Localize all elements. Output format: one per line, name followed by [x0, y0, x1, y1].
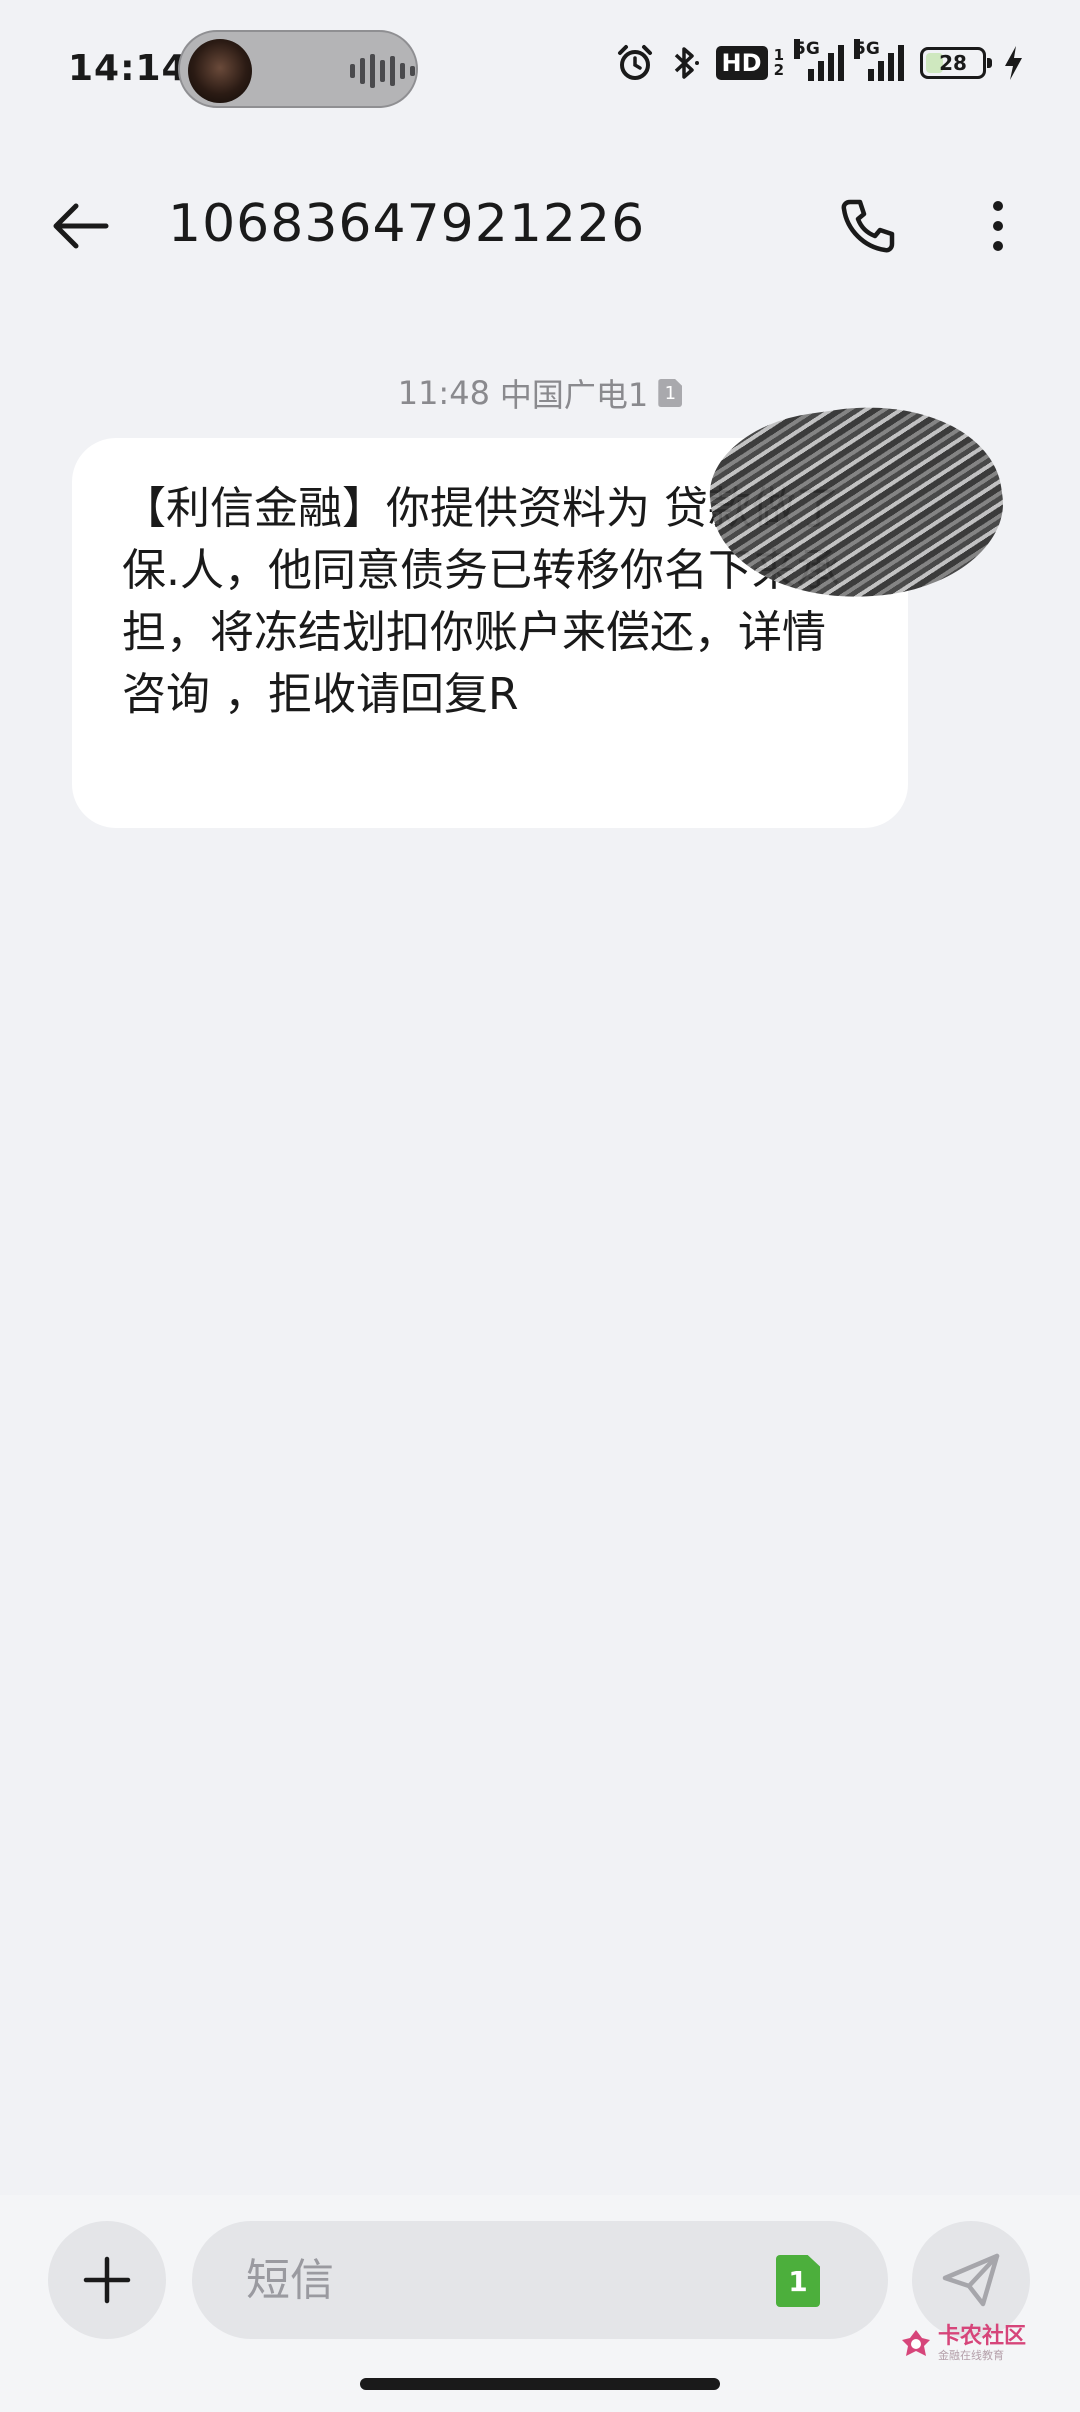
hd-sub-bottom: 2	[773, 61, 784, 79]
network-type-label: 5G	[854, 39, 880, 59]
hd-icon: HD 1 2	[715, 46, 784, 80]
sim-select-button[interactable]: 1	[776, 2255, 820, 2307]
conversation-header: 10683647921226	[0, 180, 1080, 270]
redaction-smudge	[532, 668, 852, 788]
arrow-left-icon[interactable]	[50, 198, 110, 254]
alarm-icon	[617, 45, 652, 80]
message-bubble[interactable]: 【利信金融】你提供资料为 贷款做了保.人，他同意债务已转移你名下来承担，将冻结划…	[72, 388, 1014, 828]
contact-number: 10683647921226	[168, 194, 646, 254]
battery-icon: 28	[920, 47, 992, 79]
network-type-label: 5G	[794, 39, 820, 59]
audio-waveform-icon	[350, 54, 415, 88]
watermark: 卡农社区 金融在线教育	[900, 2325, 1026, 2362]
signal-icon: 5G	[794, 39, 844, 81]
status-time: 14:14	[68, 48, 188, 89]
message-carrier: 中国广电1	[499, 376, 649, 414]
message-time: 11:48	[397, 374, 490, 412]
charging-icon	[1005, 46, 1022, 80]
watermark-logo-icon	[902, 2329, 930, 2356]
more-vertical-icon[interactable]	[978, 194, 1018, 258]
sms-conversation-screen: 14:14 HD 1 2 5G 5G 28 10683647921226 11:…	[0, 0, 1080, 2412]
watermark-text: 卡农社区 金融在线教育	[938, 2324, 1027, 2363]
add-attachment-button[interactable]	[48, 2221, 166, 2339]
plus-icon	[83, 2256, 131, 2304]
media-thumbnail	[188, 39, 252, 103]
battery-level: 28	[939, 51, 967, 75]
signal-icon: 5G	[854, 39, 904, 81]
status-bar: 14:14 HD 1 2 5G 5G 28	[0, 0, 1080, 140]
watermark-subtitle: 金融在线教育	[938, 2349, 1004, 2362]
hd-badge: HD	[715, 46, 768, 80]
send-icon	[942, 2253, 1000, 2307]
media-activity-pill[interactable]	[178, 30, 418, 108]
phone-icon[interactable]	[836, 194, 900, 258]
send-button[interactable]	[912, 2221, 1030, 2339]
message-timestamp: 11:48 中国广电1 1	[0, 370, 1080, 416]
hd-sub: 1 2	[774, 48, 784, 78]
home-indicator[interactable]	[360, 2378, 720, 2390]
sim-card-icon: 1	[658, 379, 683, 407]
bluetooth-icon	[674, 47, 699, 79]
status-icons: HD 1 2 5G 5G 28	[616, 39, 1024, 82]
watermark-title: 卡农社区	[938, 2324, 1027, 2349]
